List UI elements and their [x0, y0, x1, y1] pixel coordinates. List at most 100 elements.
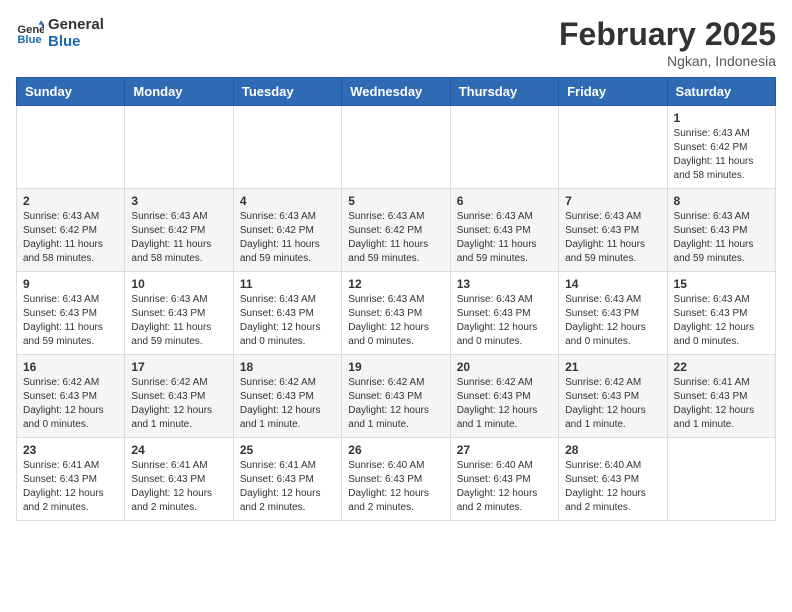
day-info: Sunrise: 6:40 AM Sunset: 6:43 PM Dayligh… — [457, 459, 552, 515]
day-number: 8 — [674, 194, 769, 208]
day-number: 9 — [23, 277, 118, 291]
col-header-thursday: Thursday — [450, 78, 558, 106]
calendar-week-1: 2 Sunrise: 6:43 AM Sunset: 6:42 PM Daylig… — [17, 189, 776, 272]
location-subtitle: Ngkan, Indonesia — [559, 53, 776, 69]
calendar-cell: 27 Sunrise: 6:40 AM Sunset: 6:43 PM Dayli… — [450, 438, 558, 521]
calendar-cell: 21 Sunrise: 6:42 AM Sunset: 6:43 PM Dayli… — [559, 355, 667, 438]
day-info: Sunrise: 6:42 AM Sunset: 6:43 PM Dayligh… — [348, 376, 443, 432]
calendar-cell: 22 Sunrise: 6:41 AM Sunset: 6:43 PM Dayli… — [667, 355, 775, 438]
day-info: Sunrise: 6:43 AM Sunset: 6:43 PM Dayligh… — [674, 210, 769, 266]
day-number: 11 — [240, 277, 335, 291]
calendar-cell: 6 Sunrise: 6:43 AM Sunset: 6:43 PM Daylig… — [450, 189, 558, 272]
day-number: 10 — [131, 277, 226, 291]
calendar-week-0: 1 Sunrise: 6:43 AM Sunset: 6:42 PM Daylig… — [17, 106, 776, 189]
day-info: Sunrise: 6:43 AM Sunset: 6:43 PM Dayligh… — [23, 293, 118, 349]
day-info: Sunrise: 6:43 AM Sunset: 6:43 PM Dayligh… — [457, 293, 552, 349]
col-header-sunday: Sunday — [17, 78, 125, 106]
calendar-cell: 4 Sunrise: 6:43 AM Sunset: 6:42 PM Daylig… — [233, 189, 341, 272]
col-header-monday: Monday — [125, 78, 233, 106]
day-info: Sunrise: 6:41 AM Sunset: 6:43 PM Dayligh… — [674, 376, 769, 432]
logo-blue: Blue — [48, 33, 104, 50]
day-number: 22 — [674, 360, 769, 374]
day-number: 27 — [457, 443, 552, 457]
day-number: 14 — [565, 277, 660, 291]
day-number: 5 — [348, 194, 443, 208]
calendar-table: SundayMondayTuesdayWednesdayThursdayFrid… — [16, 77, 776, 521]
calendar-cell — [559, 106, 667, 189]
calendar-cell: 17 Sunrise: 6:42 AM Sunset: 6:43 PM Dayli… — [125, 355, 233, 438]
calendar-cell — [125, 106, 233, 189]
calendar-week-3: 16 Sunrise: 6:42 AM Sunset: 6:43 PM Dayli… — [17, 355, 776, 438]
day-info: Sunrise: 6:43 AM Sunset: 6:43 PM Dayligh… — [348, 293, 443, 349]
calendar-cell: 13 Sunrise: 6:43 AM Sunset: 6:43 PM Dayli… — [450, 272, 558, 355]
day-info: Sunrise: 6:43 AM Sunset: 6:42 PM Dayligh… — [131, 210, 226, 266]
day-info: Sunrise: 6:43 AM Sunset: 6:42 PM Dayligh… — [674, 127, 769, 183]
calendar-cell — [667, 438, 775, 521]
calendar-cell: 25Sunrise: 6:41 AM Sunset: 6:43 PM Dayli… — [233, 438, 341, 521]
calendar-week-2: 9 Sunrise: 6:43 AM Sunset: 6:43 PM Daylig… — [17, 272, 776, 355]
day-number: 21 — [565, 360, 660, 374]
calendar-cell: 10Sunrise: 6:43 AM Sunset: 6:43 PM Dayli… — [125, 272, 233, 355]
calendar-cell: 1 Sunrise: 6:43 AM Sunset: 6:42 PM Daylig… — [667, 106, 775, 189]
day-info: Sunrise: 6:42 AM Sunset: 6:43 PM Dayligh… — [457, 376, 552, 432]
day-number: 1 — [674, 111, 769, 125]
calendar-cell: 5 Sunrise: 6:43 AM Sunset: 6:42 PM Daylig… — [342, 189, 450, 272]
col-header-wednesday: Wednesday — [342, 78, 450, 106]
calendar-cell: 12 Sunrise: 6:43 AM Sunset: 6:43 PM Dayli… — [342, 272, 450, 355]
calendar-cell: 19 Sunrise: 6:42 AM Sunset: 6:43 PM Dayli… — [342, 355, 450, 438]
day-info: Sunrise: 6:43 AM Sunset: 6:43 PM Dayligh… — [565, 293, 660, 349]
day-number: 18 — [240, 360, 335, 374]
day-info: Sunrise: 6:43 AM Sunset: 6:43 PM Dayligh… — [674, 293, 769, 349]
day-info: Sunrise: 6:43 AM Sunset: 6:42 PM Dayligh… — [23, 210, 118, 266]
calendar-cell — [342, 106, 450, 189]
day-number: 12 — [348, 277, 443, 291]
day-number: 7 — [565, 194, 660, 208]
calendar-cell: 20Sunrise: 6:42 AM Sunset: 6:43 PM Dayli… — [450, 355, 558, 438]
calendar-cell: 2 Sunrise: 6:43 AM Sunset: 6:42 PM Daylig… — [17, 189, 125, 272]
logo: General Blue General Blue — [16, 16, 104, 50]
day-number: 24 — [131, 443, 226, 457]
calendar-cell: 23Sunrise: 6:41 AM Sunset: 6:43 PM Dayli… — [17, 438, 125, 521]
day-info: Sunrise: 6:41 AM Sunset: 6:43 PM Dayligh… — [240, 459, 335, 515]
day-info: Sunrise: 6:41 AM Sunset: 6:43 PM Dayligh… — [131, 459, 226, 515]
day-number: 16 — [23, 360, 118, 374]
day-info: Sunrise: 6:42 AM Sunset: 6:43 PM Dayligh… — [23, 376, 118, 432]
calendar-cell: 7 Sunrise: 6:43 AM Sunset: 6:43 PM Daylig… — [559, 189, 667, 272]
day-number: 6 — [457, 194, 552, 208]
calendar-cell: 9 Sunrise: 6:43 AM Sunset: 6:43 PM Daylig… — [17, 272, 125, 355]
day-info: Sunrise: 6:43 AM Sunset: 6:42 PM Dayligh… — [348, 210, 443, 266]
day-number: 15 — [674, 277, 769, 291]
calendar-cell: 14 Sunrise: 6:43 AM Sunset: 6:43 PM Dayli… — [559, 272, 667, 355]
logo-general: General — [48, 16, 104, 33]
day-number: 23 — [23, 443, 118, 457]
calendar-cell: 26Sunrise: 6:40 AM Sunset: 6:43 PM Dayli… — [342, 438, 450, 521]
calendar-cell: 3 Sunrise: 6:43 AM Sunset: 6:42 PM Daylig… — [125, 189, 233, 272]
calendar-cell: 16 Sunrise: 6:42 AM Sunset: 6:43 PM Dayli… — [17, 355, 125, 438]
title-block: February 2025 Ngkan, Indonesia — [559, 16, 776, 69]
day-number: 3 — [131, 194, 226, 208]
col-header-saturday: Saturday — [667, 78, 775, 106]
calendar-cell: 18Sunrise: 6:42 AM Sunset: 6:43 PM Dayli… — [233, 355, 341, 438]
calendar-cell: 24 Sunrise: 6:41 AM Sunset: 6:43 PM Dayli… — [125, 438, 233, 521]
day-info: Sunrise: 6:43 AM Sunset: 6:42 PM Dayligh… — [240, 210, 335, 266]
svg-text:Blue: Blue — [17, 34, 41, 46]
logo-icon: General Blue — [16, 19, 44, 47]
page-header: General Blue General Blue February 2025 … — [16, 16, 776, 69]
day-info: Sunrise: 6:42 AM Sunset: 6:43 PM Dayligh… — [565, 376, 660, 432]
calendar-cell: 28Sunrise: 6:40 AM Sunset: 6:43 PM Dayli… — [559, 438, 667, 521]
day-number: 19 — [348, 360, 443, 374]
day-info: Sunrise: 6:43 AM Sunset: 6:43 PM Dayligh… — [565, 210, 660, 266]
calendar-cell: 11Sunrise: 6:43 AM Sunset: 6:43 PM Dayli… — [233, 272, 341, 355]
col-header-friday: Friday — [559, 78, 667, 106]
day-info: Sunrise: 6:43 AM Sunset: 6:43 PM Dayligh… — [457, 210, 552, 266]
calendar-cell: 8 Sunrise: 6:43 AM Sunset: 6:43 PM Daylig… — [667, 189, 775, 272]
day-number: 13 — [457, 277, 552, 291]
calendar-cell — [450, 106, 558, 189]
col-header-tuesday: Tuesday — [233, 78, 341, 106]
month-title: February 2025 — [559, 16, 776, 53]
calendar-cell — [17, 106, 125, 189]
day-number: 4 — [240, 194, 335, 208]
day-number: 17 — [131, 360, 226, 374]
day-info: Sunrise: 6:42 AM Sunset: 6:43 PM Dayligh… — [131, 376, 226, 432]
day-number: 2 — [23, 194, 118, 208]
